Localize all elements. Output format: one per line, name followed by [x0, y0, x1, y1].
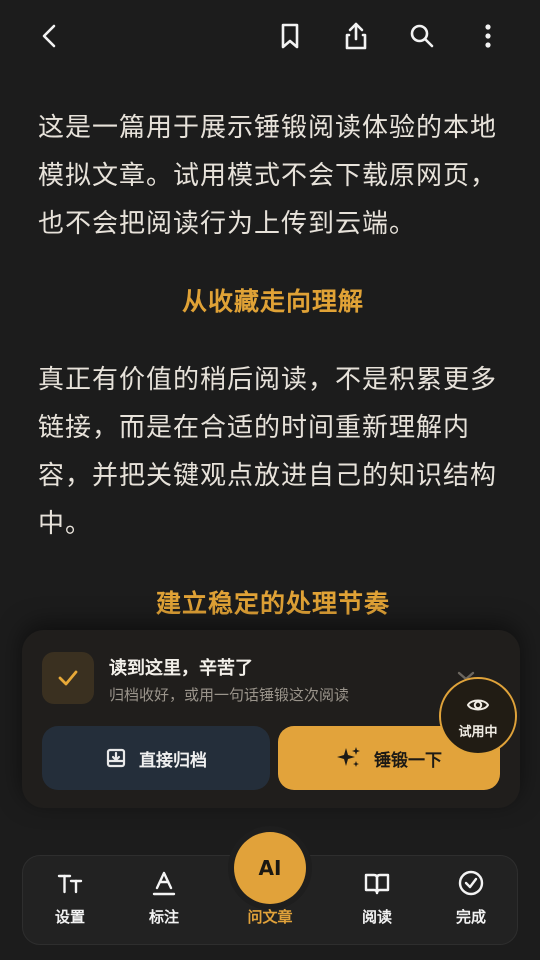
nav-annotate[interactable]: 标注 — [124, 868, 204, 934]
top-bar — [0, 0, 540, 72]
forge-button-label: 锤锻一下 — [374, 750, 442, 771]
card-subtitle: 归档收好，或用一句话锤锻这次阅读 — [109, 686, 350, 704]
bookmark-icon — [281, 23, 299, 49]
nav-read-label: 阅读 — [361, 908, 392, 926]
more-button[interactable] — [466, 14, 510, 58]
ai-button[interactable]: AI — [234, 832, 306, 904]
check-circle-icon — [458, 870, 484, 896]
check-badge — [42, 652, 94, 704]
text-size-icon — [57, 874, 83, 894]
trial-badge[interactable]: 试用中 — [439, 677, 517, 755]
nav-settings[interactable]: 设置 — [30, 868, 110, 934]
annotate-icon — [152, 871, 176, 896]
more-vertical-icon — [485, 24, 491, 48]
archive-button[interactable]: 直接归档 — [42, 726, 270, 790]
card-title: 读到这里，辛苦了 — [109, 658, 253, 679]
sparkle-icon — [337, 747, 360, 767]
trial-badge-label: 试用中 — [458, 724, 498, 740]
ai-button-label: AI — [258, 856, 282, 880]
article-paragraph: 这是一篇用于展示锤锻阅读体验的本地模拟文章。试用模式不会下载原网页，也不会把阅读… — [38, 113, 498, 239]
back-arrow-icon — [42, 24, 56, 48]
checkmark-icon — [58, 670, 78, 686]
bookmark-button[interactable] — [268, 14, 312, 58]
nav-settings-label: 设置 — [54, 908, 85, 926]
book-icon — [364, 873, 390, 895]
archive-button-label: 直接归档 — [139, 750, 207, 771]
nav-read[interactable]: 阅读 — [337, 868, 417, 934]
article-paragraph: 真正有价值的稍后阅读，不是积累更多链接，而是在合适的时间重新理解内容，并把关键观… — [38, 365, 498, 539]
nav-annotate-label: 标注 — [148, 908, 179, 926]
nav-done[interactable]: 完成 — [431, 868, 511, 934]
search-button[interactable] — [400, 14, 444, 58]
back-button[interactable] — [28, 14, 72, 58]
article-heading: 从收藏走向理解 — [181, 287, 364, 316]
nav-ask-article-label[interactable]: 问文章 — [230, 906, 310, 927]
eye-icon — [466, 699, 490, 710]
share-icon — [345, 22, 367, 50]
share-button[interactable] — [334, 14, 378, 58]
nav-done-label: 完成 — [455, 908, 486, 926]
article-body: 这是一篇用于展示锤锻阅读体验的本地模拟文章。试用模式不会下载原网页，也不会把阅读… — [38, 104, 508, 618]
archive-icon — [106, 748, 126, 768]
article-heading: 建立稳定的处理节奏 — [155, 589, 390, 618]
search-icon — [410, 24, 434, 48]
